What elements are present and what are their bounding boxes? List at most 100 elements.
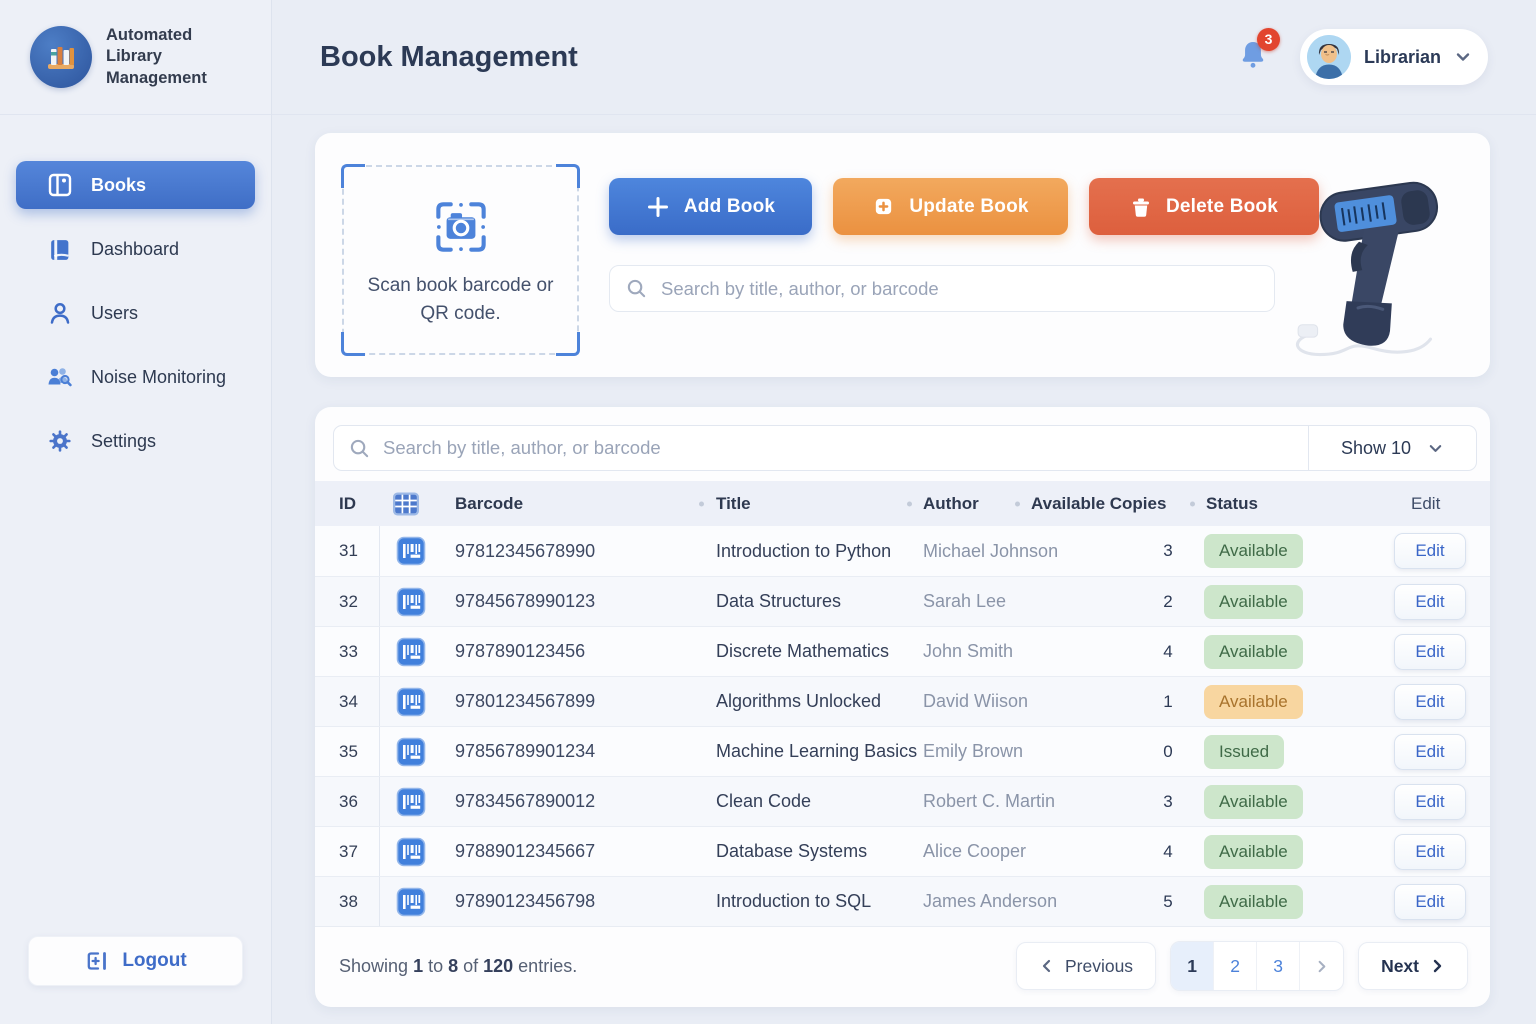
table-search-input[interactable] — [383, 437, 1293, 459]
page-size-select[interactable]: Show 10 — [1309, 425, 1477, 471]
table-footer: Showing 1 to 8 of 120 entries. Previous … — [315, 926, 1490, 1007]
edit-button[interactable]: Edit — [1394, 634, 1466, 670]
notifications-button[interactable]: 3 — [1236, 37, 1270, 78]
column-header-author[interactable]: Author — [923, 494, 979, 514]
logout-icon — [84, 949, 110, 973]
row-title: Database Systems — [716, 841, 923, 862]
column-header-title[interactable]: Title — [716, 494, 751, 514]
column-header-copies[interactable]: Available Copies — [1031, 494, 1166, 514]
barcode-icon — [379, 777, 455, 826]
edit-button[interactable]: Edit — [1394, 533, 1466, 569]
table-row: 33 9787890123456 Discrete Mathematics Jo… — [315, 626, 1490, 676]
edit-button[interactable]: Edit — [1394, 834, 1466, 870]
sidebar-item-label: Noise Monitoring — [91, 367, 226, 388]
row-status: Available — [1188, 785, 1388, 819]
row-status: Available — [1188, 635, 1388, 669]
edit-button[interactable]: Edit — [1394, 684, 1466, 720]
row-title: Algorithms Unlocked — [716, 691, 923, 712]
sidebar-item-books[interactable]: Books — [16, 161, 255, 209]
edit-button[interactable]: Edit — [1394, 884, 1466, 920]
row-author: Emily Brown — [923, 741, 1148, 762]
previous-page-button[interactable]: Previous — [1016, 942, 1156, 990]
delete-book-label: Delete Book — [1166, 196, 1278, 218]
column-header-id[interactable]: ID — [339, 494, 356, 514]
row-title: Clean Code — [716, 791, 923, 812]
book-search-input[interactable] — [661, 278, 1258, 300]
row-author: Robert C. Martin — [923, 791, 1148, 812]
chevron-right-icon — [1429, 958, 1445, 974]
update-book-label: Update Book — [909, 196, 1028, 218]
plus-icon — [646, 195, 670, 219]
update-book-button[interactable]: Update Book — [833, 178, 1068, 235]
summary-text: Showing — [339, 956, 413, 976]
search-icon — [349, 438, 370, 459]
trash-icon — [1130, 195, 1152, 219]
row-id: 36 — [315, 792, 379, 812]
edit-button[interactable]: Edit — [1394, 584, 1466, 620]
row-barcode: 9787890123456 — [455, 641, 716, 662]
summary-from: 1 — [413, 956, 423, 976]
row-edit: Edit — [1388, 533, 1490, 569]
books-icon — [46, 172, 73, 199]
sidebar-item-settings[interactable]: Settings — [16, 417, 255, 465]
logout-button[interactable]: Logout — [28, 936, 243, 986]
noise-monitoring-icon — [46, 364, 73, 391]
edit-button[interactable]: Edit — [1394, 734, 1466, 770]
edit-button[interactable]: Edit — [1394, 784, 1466, 820]
row-copies: 0 — [1148, 742, 1188, 762]
user-menu[interactable]: Librarian — [1300, 29, 1488, 85]
pagination: Previous 1 2 3 Next — [1016, 941, 1468, 991]
row-edit: Edit — [1388, 784, 1490, 820]
status-badge: Available — [1204, 585, 1303, 619]
books-logo-icon — [41, 37, 81, 77]
page-button-1[interactable]: 1 — [1171, 942, 1214, 990]
row-status: Available — [1188, 685, 1388, 719]
logout-label: Logout — [122, 950, 186, 972]
row-edit: Edit — [1388, 634, 1490, 670]
page-button-2[interactable]: 2 — [1214, 942, 1257, 990]
column-separator-dot — [907, 501, 912, 506]
sidebar-item-noise-monitoring[interactable]: Noise Monitoring — [16, 353, 255, 401]
page-button-3[interactable]: 3 — [1257, 942, 1300, 990]
row-title: Introduction to Python — [716, 541, 923, 562]
status-badge: Available — [1204, 785, 1303, 819]
status-badge: Available — [1204, 635, 1303, 669]
sidebar-item-dashboard[interactable]: Dashboard — [16, 225, 255, 273]
row-author: David Wiison — [923, 691, 1148, 712]
row-copies: 2 — [1148, 592, 1188, 612]
row-id: 38 — [315, 892, 379, 912]
scan-instruction: Scan book barcode or QR code. — [356, 272, 566, 329]
row-id: 31 — [315, 541, 379, 561]
row-author: John Smith — [923, 641, 1148, 662]
status-badge: Available — [1204, 885, 1303, 919]
camera-scan-icon — [426, 192, 496, 262]
sidebar-item-label: Users — [91, 303, 138, 324]
status-badge: Available — [1204, 835, 1303, 869]
row-barcode: 97845678990123 — [455, 591, 716, 612]
row-edit: Edit — [1388, 584, 1490, 620]
next-page-button[interactable]: Next — [1358, 942, 1468, 990]
summary-total: 120 — [483, 956, 513, 976]
chevron-left-icon — [1039, 958, 1055, 974]
table-search-bar — [333, 425, 1309, 471]
search-icon — [626, 278, 647, 299]
logout-area: Logout — [0, 936, 271, 1024]
notification-badge: 3 — [1257, 28, 1280, 51]
scan-corner — [341, 164, 365, 188]
row-status: Issued — [1188, 735, 1388, 769]
row-barcode: 97856789901234 — [455, 741, 716, 762]
add-book-button[interactable]: Add Book — [609, 178, 812, 235]
table-body: 31 97812345678990 Introduction to Python… — [315, 526, 1490, 926]
brand-name: Automated Library Management — [106, 25, 251, 89]
avatar — [1307, 35, 1351, 79]
book-search-bar — [609, 265, 1275, 312]
column-header-barcode[interactable]: Barcode — [455, 494, 523, 514]
row-barcode: 97801234567899 — [455, 691, 716, 712]
sidebar-item-users[interactable]: Users — [16, 289, 255, 337]
column-header-status[interactable]: Status — [1206, 494, 1258, 514]
page-forward-button[interactable] — [1300, 942, 1343, 990]
brand-header: Automated Library Management — [0, 0, 271, 115]
scan-dropzone[interactable]: Scan book barcode or QR code. — [342, 165, 579, 355]
barcode-icon — [379, 827, 455, 876]
sidebar: Automated Library Management Books Dashb… — [0, 0, 272, 1024]
